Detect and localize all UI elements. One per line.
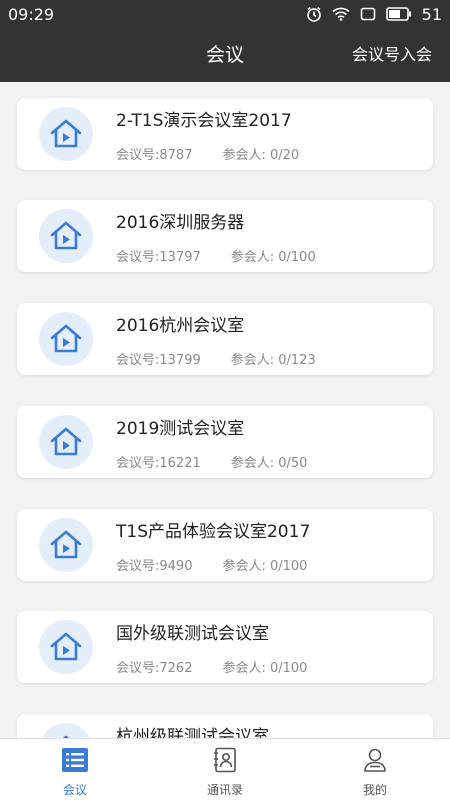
meeting-room-name: 2016杭州会议室 [116,316,245,336]
status-bar: 09:29 51 [0,0,450,28]
participant-count: 参会人: 0/100 [230,250,316,265]
bottom-nav: 会议 通讯录 我的 [0,738,450,800]
battery-icon [385,7,412,21]
alarm-icon [306,6,322,22]
meeting-room-meta: 会议号:8787 参会人: 0/20 [116,144,299,163]
meeting-room-meta: 会议号:16221 参会人: 0/50 [116,452,307,471]
sim-icon [360,7,376,21]
meeting-room-icon [39,415,93,469]
participant-count: 参会人: 0/100 [222,559,308,574]
meeting-number: 会议号:8787 [116,148,193,163]
profile-icon [361,747,389,777]
participant-count: 参会人: 0/50 [230,456,308,471]
status-time: 09:29 [8,4,55,24]
meeting-room-name: 2-T1S演示会议室2017 [116,111,292,131]
meeting-room-card[interactable]: 2016深圳服务器 会议号:13797 参会人: 0/100 [17,200,433,272]
participant-count: 参会人: 0/123 [230,353,316,368]
meeting-room-name: 2016深圳服务器 [116,213,245,233]
meeting-room-card[interactable]: 杭州级联测试会议室 [17,714,433,738]
meeting-room-icon [39,107,93,161]
tab-meetings-label: 会议 [62,783,87,797]
meeting-room-meta: 会议号:7262 参会人: 0/100 [116,657,307,676]
meeting-room-card[interactable]: 2016杭州会议室 会议号:13799 参会人: 0/123 [17,303,433,375]
meeting-number: 会议号:16221 [116,456,201,471]
meeting-room-icon [39,620,93,674]
list-icon [61,747,89,777]
meeting-number: 会议号:13797 [116,250,201,265]
meeting-room-icon [39,723,93,738]
tab-meetings[interactable]: 会议 [0,739,150,800]
status-icons: 51 [306,5,442,24]
tab-profile[interactable]: 我的 [300,739,450,800]
meeting-number: 会议号:9490 [116,559,193,574]
tab-contacts[interactable]: 通讯录 [150,739,300,800]
tab-contacts-label: 通讯录 [206,783,243,797]
participant-count: 参会人: 0/100 [222,661,308,676]
meeting-number: 会议号:13799 [116,353,201,368]
meeting-room-list[interactable]: 2-T1S演示会议室2017 会议号:8787 参会人: 0/20 2016深圳服… [0,82,450,738]
meeting-room-card[interactable]: 2-T1S演示会议室2017 会议号:8787 参会人: 0/20 [17,98,433,170]
meeting-room-icon [39,518,93,572]
meeting-room-meta: 会议号:13799 参会人: 0/123 [116,349,316,368]
meeting-room-name: 2019测试会议室 [116,419,245,439]
meeting-room-icon [39,312,93,366]
participant-count: 参会人: 0/20 [222,148,300,163]
contacts-icon [211,747,239,777]
meeting-room-meta: 会议号:9490 参会人: 0/100 [116,555,307,574]
meeting-room-name: 杭州级联测试会议室 [116,727,269,738]
meeting-room-meta: 会议号:13797 参会人: 0/100 [116,246,316,265]
meeting-room-name: T1S产品体验会议室2017 [116,522,311,542]
meeting-room-icon [39,209,93,263]
join-by-meeting-number-button[interactable]: 会议号入会 [352,28,432,82]
tab-profile-label: 我的 [362,783,387,797]
meeting-number: 会议号:7262 [116,661,193,676]
wifi-icon [332,7,350,21]
battery-level: 51 [421,4,442,24]
title-bar: 会议 会议号入会 [0,28,450,82]
meeting-room-name: 国外级联测试会议室 [116,624,269,644]
meeting-room-card[interactable]: 国外级联测试会议室 会议号:7262 参会人: 0/100 [17,611,433,683]
meeting-room-card[interactable]: 2019测试会议室 会议号:16221 参会人: 0/50 [17,406,433,478]
meeting-room-card[interactable]: T1S产品体验会议室2017 会议号:9490 参会人: 0/100 [17,509,433,581]
